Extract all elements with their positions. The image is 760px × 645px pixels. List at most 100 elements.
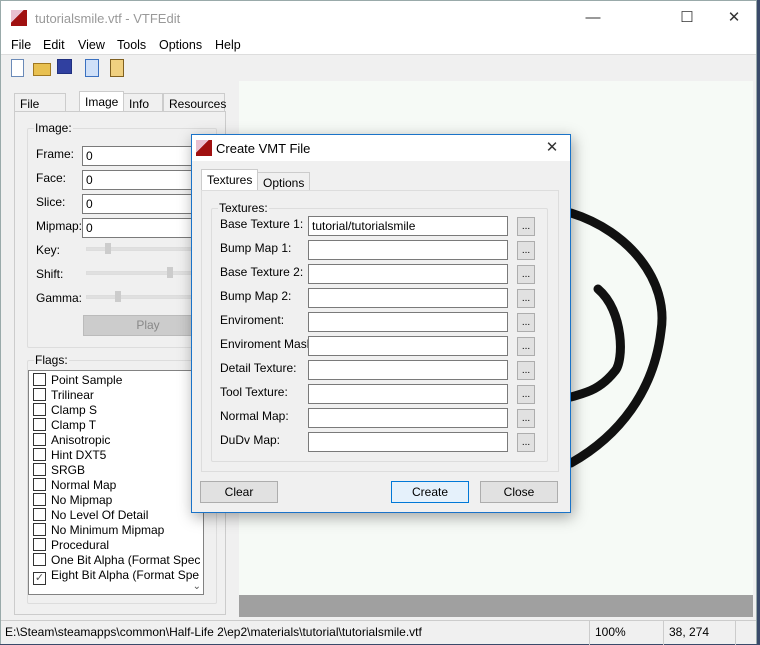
- texture-path-input[interactable]: [308, 360, 508, 380]
- tab-info[interactable]: Info: [123, 93, 163, 112]
- checkbox[interactable]: [33, 478, 46, 491]
- tab-options[interactable]: Options: [257, 172, 311, 191]
- create-button[interactable]: Create: [391, 481, 469, 503]
- browse-button[interactable]: ...: [517, 361, 535, 380]
- flags-list[interactable]: Point Sample Trilinear Clamp S Clamp T Aniso…: [28, 370, 204, 595]
- status-zoom: 100%: [595, 625, 626, 639]
- preview-gray-margin: [239, 595, 753, 617]
- checkbox[interactable]: [33, 448, 46, 461]
- flag-item[interactable]: Normal Map: [33, 478, 116, 493]
- browse-button[interactable]: ...: [517, 385, 535, 404]
- save-icon[interactable]: [57, 59, 72, 74]
- texture-path-input[interactable]: [308, 288, 508, 308]
- checkbox[interactable]: [33, 523, 46, 536]
- flag-item[interactable]: SRGB: [33, 463, 85, 478]
- dialog-close-button[interactable]: ✕: [532, 135, 572, 161]
- tab-file-system[interactable]: File System: [14, 93, 67, 125]
- flag-item[interactable]: Procedural: [33, 538, 109, 553]
- browse-button[interactable]: ...: [517, 217, 535, 236]
- dialog-title-bar: Create VMT File ✕: [192, 135, 570, 161]
- menu-help[interactable]: Help: [215, 38, 241, 52]
- gamma-slider-thumb[interactable]: [115, 291, 121, 302]
- tab-textures[interactable]: Textures: [201, 169, 259, 191]
- close-button[interactable]: ✕: [711, 5, 757, 31]
- browse-button[interactable]: ...: [517, 265, 535, 284]
- flags-group-title: Flags:: [34, 353, 69, 367]
- texture-row-label: Detail Texture:: [220, 361, 297, 375]
- flag-label: Eight Bit Alpha (Format Spe: [51, 568, 200, 582]
- menu-file[interactable]: File: [11, 38, 31, 52]
- texture-path-input[interactable]: [308, 432, 508, 452]
- flag-item[interactable]: Anisotropic: [33, 433, 110, 448]
- tab-resources[interactable]: Resources: [163, 93, 226, 112]
- flag-item[interactable]: Clamp T: [33, 418, 96, 433]
- textures-group: Textures: Base Texture 1: tutorial/tutor…: [211, 201, 548, 462]
- texture-path-input[interactable]: [308, 336, 508, 356]
- flag-label: Clamp S: [51, 403, 98, 417]
- texture-path-input[interactable]: [308, 408, 508, 428]
- flag-label: Clamp T: [51, 418, 97, 432]
- key-label: Key:: [36, 243, 61, 257]
- checkbox[interactable]: [33, 403, 46, 416]
- status-bar: E:\Steam\steamapps\common\Half-Life 2\ep…: [1, 620, 756, 645]
- flag-item[interactable]: No Minimum Mipmap: [33, 523, 164, 538]
- checkbox[interactable]: [33, 418, 46, 431]
- minimize-button[interactable]: —: [570, 5, 616, 31]
- flag-item[interactable]: Hint DXT5: [33, 448, 106, 463]
- browse-button[interactable]: ...: [517, 337, 535, 356]
- checkbox[interactable]: [33, 553, 46, 566]
- texture-row-label: Enviroment:: [220, 313, 285, 327]
- flag-label: Trilinear: [51, 388, 94, 402]
- flag-label: No Minimum Mipmap: [51, 523, 165, 537]
- flag-label: Normal Map: [51, 478, 117, 492]
- image-group: Image: Frame: 0 Face: 0 Slice: 0 Mipmap:…: [27, 121, 222, 348]
- close-dialog-button[interactable]: Close: [480, 481, 558, 503]
- texture-row-label: Normal Map:: [220, 409, 289, 423]
- texture-path-input[interactable]: [308, 240, 508, 260]
- paste-icon[interactable]: [110, 59, 124, 77]
- browse-button[interactable]: ...: [517, 241, 535, 260]
- flag-item[interactable]: ✓ Eight Bit Alpha (Format Spe: [33, 568, 200, 585]
- texture-path-input[interactable]: [308, 384, 508, 404]
- scroll-down-icon[interactable]: ⌄: [193, 581, 201, 592]
- title-bar: tutorialsmile.vtf - VTFEdit — ☐ ✕: [1, 1, 756, 36]
- menu-view[interactable]: View: [78, 38, 105, 52]
- menu-tools[interactable]: Tools: [117, 38, 146, 52]
- checkbox[interactable]: ✓: [33, 572, 46, 585]
- flag-label: No Level Of Detail: [51, 508, 149, 522]
- flag-item[interactable]: Trilinear: [33, 388, 94, 403]
- dialog-icon: [196, 140, 212, 156]
- checkbox[interactable]: [33, 508, 46, 521]
- flag-item[interactable]: Point Sample: [33, 373, 122, 388]
- browse-button[interactable]: ...: [517, 289, 535, 308]
- checkbox[interactable]: [33, 373, 46, 386]
- texture-path-input[interactable]: tutorial/tutorialsmile: [308, 216, 508, 236]
- key-slider-thumb[interactable]: [105, 243, 111, 254]
- checkbox[interactable]: [33, 463, 46, 476]
- menu-options[interactable]: Options: [159, 38, 202, 52]
- checkbox[interactable]: [33, 493, 46, 506]
- checkbox[interactable]: [33, 538, 46, 551]
- texture-path-input[interactable]: [308, 312, 508, 332]
- browse-button[interactable]: ...: [517, 313, 535, 332]
- maximize-button[interactable]: ☐: [664, 5, 710, 31]
- tab-image[interactable]: Image: [79, 91, 125, 112]
- browse-button[interactable]: ...: [517, 409, 535, 428]
- open-folder-icon[interactable]: [33, 63, 51, 76]
- slice-label: Slice:: [36, 195, 66, 209]
- texture-row-label: Bump Map 1:: [220, 241, 292, 255]
- flag-item[interactable]: Clamp S: [33, 403, 97, 418]
- flag-item[interactable]: No Mipmap: [33, 493, 112, 508]
- clear-button[interactable]: Clear: [200, 481, 278, 503]
- flag-item[interactable]: No Level Of Detail: [33, 508, 148, 523]
- flag-label: Point Sample: [51, 373, 123, 387]
- shift-slider-thumb[interactable]: [167, 267, 173, 278]
- checkbox[interactable]: [33, 388, 46, 401]
- new-file-icon[interactable]: [11, 59, 24, 77]
- flag-item[interactable]: One Bit Alpha (Format Spec: [33, 553, 200, 568]
- browse-button[interactable]: ...: [517, 433, 535, 452]
- menu-edit[interactable]: Edit: [43, 38, 65, 52]
- checkbox[interactable]: [33, 433, 46, 446]
- texture-path-input[interactable]: [308, 264, 508, 284]
- copy-icon[interactable]: [85, 59, 99, 77]
